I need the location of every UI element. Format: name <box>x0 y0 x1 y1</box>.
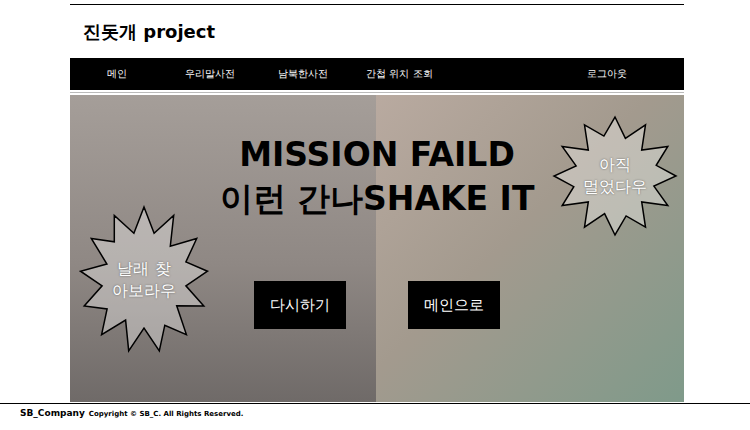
burst-text: 아직멀었다우 <box>552 115 678 237</box>
footer-brand: SB_Company <box>20 408 85 418</box>
footer-copyright: Copyright © SB_C. All Rights Reserved. <box>89 410 244 418</box>
main-button[interactable]: 메인으로 <box>408 281 500 329</box>
page: 진돗개 project 메인우리말사전남북한사전간첩 위치 조회 로그아웃 MISSI… <box>70 4 684 402</box>
top-rule <box>70 4 684 5</box>
burst-line: 아보라우 <box>112 280 176 302</box>
mission-banner: MISSION FAILD이런 간나SHAKE IT 다시하기 메인으로 날래 찾아보… <box>70 95 684 402</box>
nav-item[interactable]: 우리말사전 <box>163 63 256 85</box>
logout-link[interactable]: 로그아웃 <box>567 63 647 85</box>
burst-line: 날래 찾 <box>117 258 170 280</box>
burst-shape-icon <box>552 115 678 237</box>
nav-bar: 메인우리말사전남북한사전간첩 위치 조회 로그아웃 <box>70 58 684 90</box>
burst-line: 멀었다우 <box>583 176 647 198</box>
nav-item[interactable]: 남북한사전 <box>256 63 349 85</box>
subline: 이런 간나SHAKE IT <box>220 177 535 221</box>
site-title[interactable]: 진돗개 project <box>70 5 684 58</box>
burst-line: 아직 <box>599 154 631 176</box>
burst-text: 날래 찾아보라우 <box>78 205 210 355</box>
button-row: 다시하기 메인으로 <box>254 281 500 329</box>
headline: MISSION FAILD <box>239 133 515 177</box>
speech-burst: 아직멀었다우 <box>552 115 678 237</box>
nav-item[interactable]: 메인 <box>70 63 163 85</box>
separator <box>70 90 684 93</box>
speech-burst: 날래 찾아보라우 <box>78 205 210 355</box>
retry-button[interactable]: 다시하기 <box>254 281 346 329</box>
nav-item[interactable]: 간첩 위치 조회 <box>349 63 450 85</box>
burst-shape-icon <box>78 205 210 355</box>
footer: SB_Company Copyright © SB_C. All Rights R… <box>0 403 750 418</box>
